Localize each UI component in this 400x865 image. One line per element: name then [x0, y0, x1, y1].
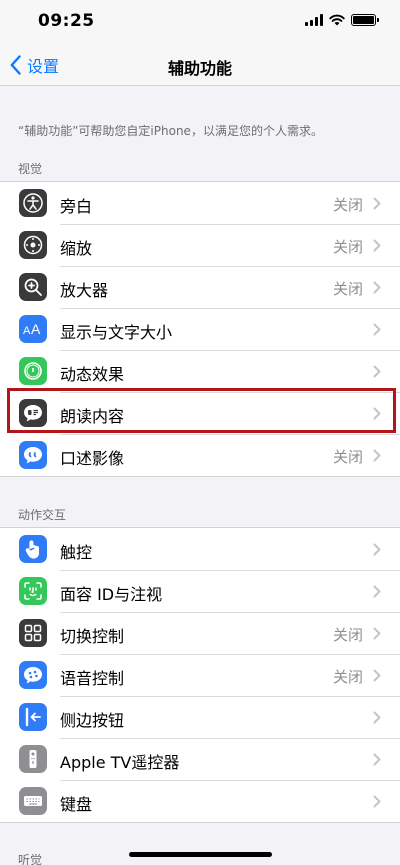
chevron-right-icon: [373, 753, 381, 766]
list-item-label: 放大器: [60, 281, 109, 300]
chevron-right-icon: [373, 543, 381, 556]
status-icons: [305, 14, 379, 26]
list-item-keyboard[interactable]: 键盘: [0, 780, 400, 822]
list-item-label: 显示与文字大小: [60, 323, 173, 342]
list-item-value: 关闭: [332, 196, 363, 214]
list-item-magnifier[interactable]: 放大器 关闭: [0, 266, 400, 308]
list-item-switch-control[interactable]: 切换控制 关闭: [0, 612, 400, 654]
list-item-apple-tv-remote[interactable]: Apple TV遥控器: [0, 738, 400, 780]
list-item-side-button[interactable]: 侧边按钮: [0, 696, 400, 738]
section-header-vision: 视觉: [18, 162, 43, 176]
status-bar: 09:25: [0, 0, 400, 46]
magnifier-icon: [19, 273, 47, 301]
wifi-icon: [329, 14, 345, 26]
chevron-right-icon: [373, 585, 381, 598]
chevron-right-icon: [373, 365, 381, 378]
list-item-label: 口述影像: [60, 449, 125, 468]
chevron-right-icon: [373, 323, 381, 336]
chevron-right-icon: [373, 449, 381, 462]
keyboard-icon: [19, 787, 47, 815]
list-item-display-text-size[interactable]: AA 显示与文字大小: [0, 308, 400, 350]
list-item-label: Apple TV遥控器: [60, 753, 180, 772]
navigation-bar: 设置 辅助功能: [0, 46, 400, 86]
list-item-label: 侧边按钮: [60, 711, 125, 730]
list-item-voice-control[interactable]: 语音控制 关闭: [0, 654, 400, 696]
voiceover-icon: [19, 189, 47, 217]
list-item-label: 键盘: [60, 795, 93, 814]
battery-icon: [351, 14, 379, 26]
chevron-right-icon: [373, 239, 381, 252]
zoom-icon: [19, 231, 47, 259]
audio-description-icon: [19, 441, 47, 469]
intro-description: “辅助功能”可帮助您自定iPhone，以满足您的个人需求。: [18, 124, 323, 138]
list-item-label: 缩放: [60, 239, 93, 258]
list-item-label: 切换控制: [60, 627, 125, 646]
side-button-icon: [19, 703, 47, 731]
list-item-motion[interactable]: 动态效果: [0, 350, 400, 392]
switch-control-icon: [19, 619, 47, 647]
touch-icon: [19, 535, 47, 563]
chevron-right-icon: [373, 627, 381, 640]
list-item-value: 关闭: [332, 238, 363, 256]
list-item-label: 语音控制: [60, 669, 125, 688]
home-indicator[interactable]: [129, 852, 272, 857]
list-item-zoom[interactable]: 缩放 关闭: [0, 224, 400, 266]
section-header-physical-motor: 动作交互: [18, 508, 67, 522]
list-item-label: 旁白: [60, 197, 93, 216]
list-item-face-id-attention[interactable]: 面容 ID与注视: [0, 570, 400, 612]
vision-group: 旁白 关闭 缩放 关闭 放大器 关闭 AA 显示与文字大小 动态效果 朗读内容 …: [0, 181, 400, 477]
list-item-audio-descriptions[interactable]: 口述影像 关闭: [0, 434, 400, 476]
text-size-icon: AA: [19, 315, 47, 343]
physical-motor-group: 触控 面容 ID与注视 切换控制 关闭 语音控制 关闭 侧边按钮 Apple T…: [0, 527, 400, 823]
cellular-signal-icon: [305, 14, 323, 26]
list-item-voiceover[interactable]: 旁白 关闭: [0, 182, 400, 224]
list-item-label: 面容 ID与注视: [60, 585, 163, 604]
list-item-value: 关闭: [332, 448, 363, 466]
face-id-icon: [19, 577, 47, 605]
tv-remote-icon: [19, 745, 47, 773]
voice-control-icon: [19, 661, 47, 689]
chevron-right-icon: [373, 795, 381, 808]
chevron-right-icon: [373, 197, 381, 210]
list-item-label: 朗读内容: [60, 407, 125, 426]
svg-text:A: A: [23, 325, 31, 337]
spoken-content-icon: [19, 399, 47, 427]
section-header-hearing: 听觉: [18, 853, 43, 865]
chevron-right-icon: [373, 281, 381, 294]
page-title: 辅助功能: [167, 59, 232, 78]
list-item-label: 触控: [60, 543, 93, 562]
chevron-right-icon: [373, 407, 381, 420]
list-item-value: 关闭: [332, 626, 363, 644]
svg-text:A: A: [31, 321, 41, 337]
list-item-value: 关闭: [332, 668, 363, 686]
list-item-spoken-content[interactable]: 朗读内容: [0, 392, 400, 434]
list-item-value: 关闭: [332, 280, 363, 298]
list-item-label: 动态效果: [60, 365, 125, 384]
chevron-right-icon: [373, 711, 381, 724]
motion-icon: [19, 357, 47, 385]
chevron-right-icon: [373, 669, 381, 682]
list-item-touch[interactable]: 触控: [0, 528, 400, 570]
status-time: 09:25: [38, 11, 95, 31]
